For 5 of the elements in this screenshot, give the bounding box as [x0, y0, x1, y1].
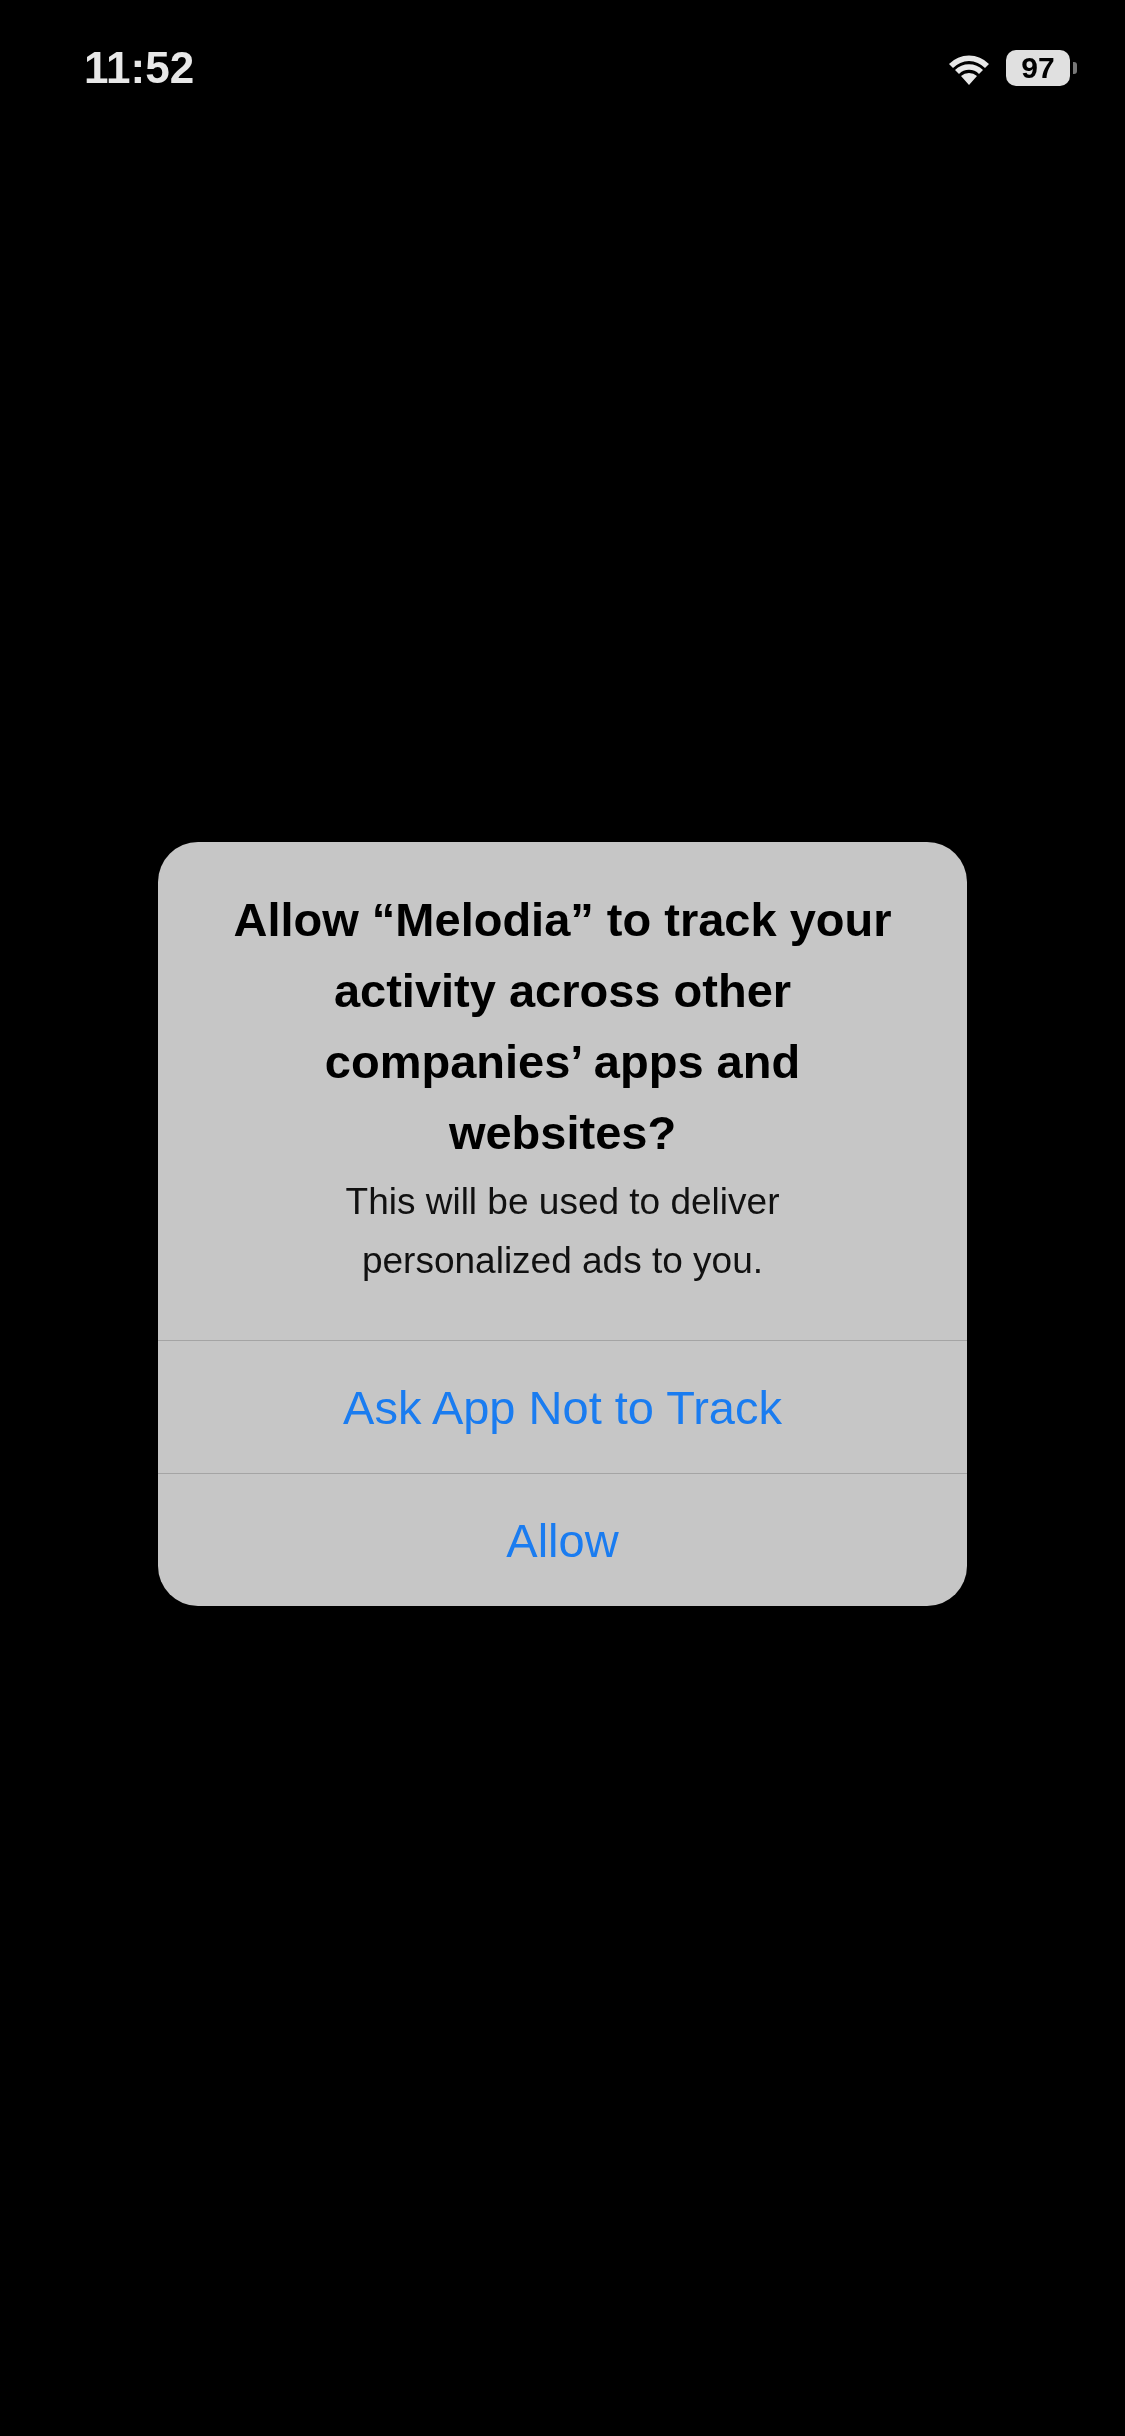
- alert-button[interactable]: Ask App Not to Track: [158, 1340, 967, 1473]
- alert-button[interactable]: Allow: [158, 1473, 967, 1606]
- alert-title: Allow “Melodia” to track your activity across other companies’ apps and websites?: [232, 892, 893, 1161]
- alert-message: This will be used to deliver personalized ads to you.: [344, 1180, 781, 1283]
- status-time: 11:52: [84, 42, 195, 94]
